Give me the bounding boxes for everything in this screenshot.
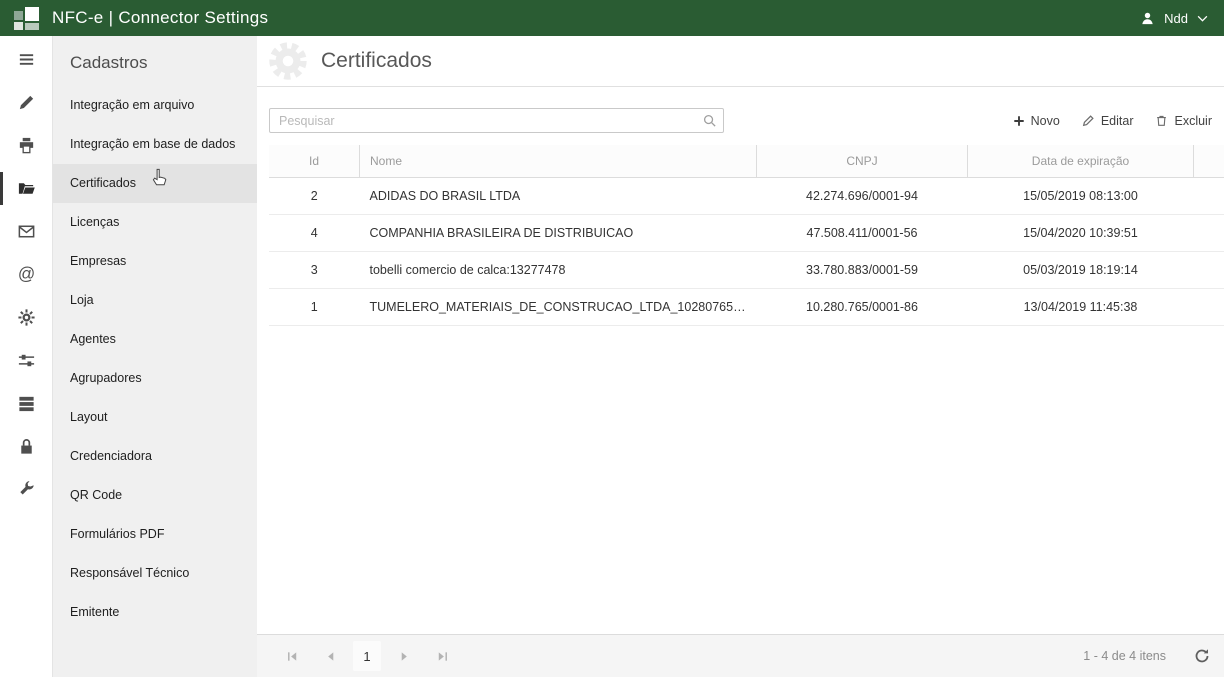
table-row[interactable]: 4COMPANHIA BRASILEIRA DE DISTRIBUICAO47.…	[269, 215, 1224, 252]
column-header-expiracao[interactable]: Data de expiração	[968, 145, 1194, 178]
excluir-label: Excluir	[1174, 114, 1212, 128]
topbar: NFC-e | Connector Settings Ndd	[0, 0, 1224, 36]
sidebar-item-agrupadores[interactable]: Agrupadores	[53, 359, 257, 398]
app-window: NFC-e | Connector Settings Ndd @ Cadastr…	[0, 0, 1224, 677]
sidebar-item-certificados[interactable]: Certificados	[53, 164, 257, 203]
sidebar-item-integracao-em-arquivo[interactable]: Integração em arquivo	[53, 86, 257, 125]
cell-id: 4	[269, 215, 360, 252]
table-row[interactable]: 1TUMELERO_MATERIAIS_DE_CONSTRUCAO_LTDA_1…	[269, 289, 1224, 326]
app-title: NFC-e | Connector Settings	[52, 8, 268, 28]
at-icon[interactable]: @	[0, 253, 52, 296]
menu-icon[interactable]	[0, 38, 52, 81]
mail-icon[interactable]	[0, 210, 52, 253]
novo-button[interactable]: Novo	[1013, 114, 1060, 128]
next-page-button[interactable]	[389, 641, 419, 671]
cell-nome: TUMELERO_MATERIAIS_DE_CONSTRUCAO_LTDA_10…	[360, 289, 757, 326]
table-body: 2ADIDAS DO BRASIL LTDA42.274.696/0001-94…	[269, 178, 1224, 326]
refresh-icon[interactable]	[1194, 648, 1210, 664]
novo-label: Novo	[1031, 114, 1060, 128]
cell-expiracao: 13/04/2019 11:45:38	[968, 289, 1194, 326]
cell-filler	[1194, 252, 1224, 289]
sidebar: Cadastros Integração em arquivoIntegraçã…	[53, 36, 257, 677]
cell-expiracao: 15/05/2019 08:13:00	[968, 178, 1194, 215]
sidebar-item-integracao-em-base-de-dados[interactable]: Integração em base de dados	[53, 125, 257, 164]
sidebar-menu: Integração em arquivoIntegração em base …	[53, 86, 257, 632]
sidebar-item-empresas[interactable]: Empresas	[53, 242, 257, 281]
editar-button[interactable]: Editar	[1082, 114, 1134, 128]
svg-text:@: @	[17, 265, 34, 284]
sidebar-item-responsavel-tecnico[interactable]: Responsável Técnico	[53, 554, 257, 593]
cell-id: 1	[269, 289, 360, 326]
column-header-filler	[1194, 145, 1224, 178]
cell-id: 2	[269, 178, 360, 215]
certificates-table: Id Nome CNPJ Data de expiração 2ADIDAS D…	[269, 145, 1224, 326]
cell-id: 3	[269, 252, 360, 289]
sliders-icon[interactable]	[0, 339, 52, 382]
app-logo-icon	[14, 6, 40, 31]
page-header: Certificados	[257, 36, 1224, 87]
icon-rail: @	[0, 36, 53, 677]
sidebar-item-layout[interactable]: Layout	[53, 398, 257, 437]
cell-nome: ADIDAS DO BRASIL LTDA	[360, 178, 757, 215]
cell-filler	[1194, 289, 1224, 326]
search-box	[269, 108, 724, 133]
cell-filler	[1194, 178, 1224, 215]
user-name: Ndd	[1164, 11, 1188, 26]
editar-label: Editar	[1101, 114, 1134, 128]
sidebar-item-qr-code[interactable]: QR Code	[53, 476, 257, 515]
sidebar-item-credenciadora[interactable]: Credenciadora	[53, 437, 257, 476]
gear-icon[interactable]	[0, 296, 52, 339]
rows-icon[interactable]	[0, 382, 52, 425]
sidebar-item-formularios-pdf[interactable]: Formulários PDF	[53, 515, 257, 554]
chevron-down-icon	[1197, 15, 1208, 22]
folder-icon[interactable]	[0, 167, 52, 210]
user-icon	[1140, 11, 1155, 26]
printer-icon[interactable]	[0, 124, 52, 167]
table-header-row: Id Nome CNPJ Data de expiração	[269, 145, 1224, 178]
cell-expiracao: 15/04/2020 10:39:51	[968, 215, 1194, 252]
trash-icon	[1155, 114, 1168, 127]
sidebar-item-licencas[interactable]: Licenças	[53, 203, 257, 242]
cell-cnpj: 10.280.765/0001-86	[757, 289, 968, 326]
cell-nome: tobelli comercio de calca:13277478	[360, 252, 757, 289]
certificados-badge-icon	[265, 38, 311, 84]
first-page-button[interactable]	[277, 641, 307, 671]
current-page-button[interactable]: 1	[353, 641, 381, 671]
column-header-nome[interactable]: Nome	[360, 145, 757, 178]
app-body: @ Cadastros Integração em arquivoIntegra…	[0, 36, 1224, 677]
edit-icon	[1082, 114, 1095, 127]
excluir-button[interactable]: Excluir	[1155, 114, 1212, 128]
user-menu[interactable]: Ndd	[1140, 11, 1208, 26]
cell-cnpj: 33.780.883/0001-59	[757, 252, 968, 289]
sidebar-item-emitente[interactable]: Emitente	[53, 593, 257, 632]
brush-icon[interactable]	[0, 81, 52, 124]
cell-cnpj: 42.274.696/0001-94	[757, 178, 968, 215]
sidebar-item-agentes[interactable]: Agentes	[53, 320, 257, 359]
cell-filler	[1194, 215, 1224, 252]
main-content: Certificados Novo	[257, 36, 1224, 677]
wrench-icon[interactable]	[0, 468, 52, 511]
column-header-cnpj[interactable]: CNPJ	[757, 145, 968, 178]
last-page-button[interactable]	[427, 641, 457, 671]
prev-page-button[interactable]	[315, 641, 345, 671]
sidebar-item-loja[interactable]: Loja	[53, 281, 257, 320]
cell-nome: COMPANHIA BRASILEIRA DE DISTRIBUICAO	[360, 215, 757, 252]
search-icon[interactable]	[702, 113, 717, 133]
lock-icon[interactable]	[0, 425, 52, 468]
toolbar-actions: Novo Editar Excluir	[1013, 114, 1212, 128]
plus-icon	[1013, 115, 1025, 127]
page-title: Certificados	[321, 49, 432, 73]
certificates-grid: Id Nome CNPJ Data de expiração 2ADIDAS D…	[257, 145, 1224, 634]
pager-info: 1 - 4 de 4 itens	[1083, 649, 1166, 663]
column-header-id[interactable]: Id	[269, 145, 360, 178]
sidebar-header: Cadastros	[53, 36, 257, 86]
table-row[interactable]: 3tobelli comercio de calca:1327747833.78…	[269, 252, 1224, 289]
cell-cnpj: 47.508.411/0001-56	[757, 215, 968, 252]
grid-toolbar: Novo Editar Excluir	[257, 87, 1224, 145]
table-row[interactable]: 2ADIDAS DO BRASIL LTDA42.274.696/0001-94…	[269, 178, 1224, 215]
pager: 1 1 - 4 de 4 itens	[257, 634, 1224, 677]
search-input[interactable]	[269, 108, 724, 133]
cell-expiracao: 05/03/2019 18:19:14	[968, 252, 1194, 289]
